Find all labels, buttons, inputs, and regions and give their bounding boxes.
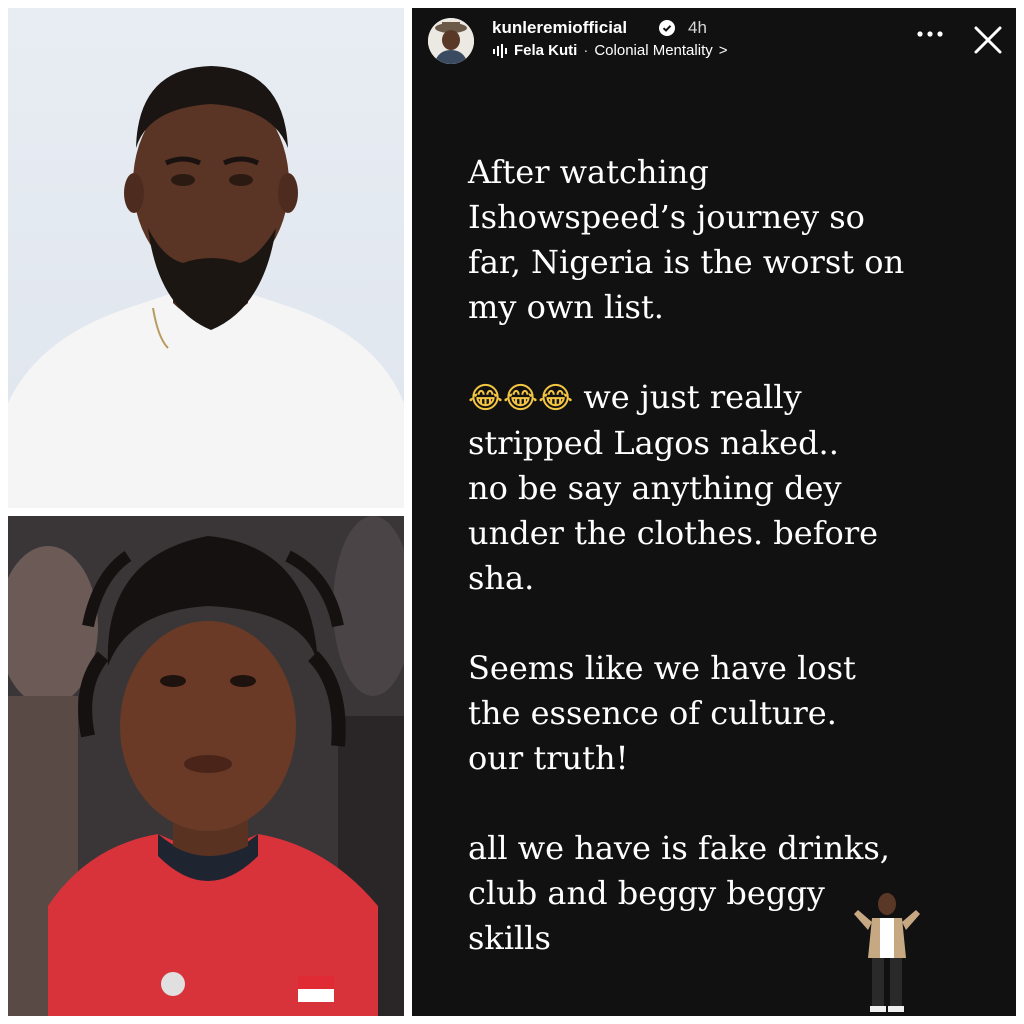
young-man-portrait-image <box>8 516 404 1016</box>
story-username[interactable]: kunleremiofficial <box>492 18 627 38</box>
story-paragraph-2: 😂😂😂 we just really stripped Lagos naked.… <box>468 375 968 601</box>
music-chevron: > <box>718 42 728 59</box>
portrait-photo-bottom <box>8 516 404 1016</box>
music-song-title: Colonial Mentality <box>594 42 713 59</box>
music-attribution[interactable]: Fela Kuti · Colonial Mentality > <box>492 42 728 59</box>
instagram-story: kunleremiofficial 4h Fela Kuti · Colonia… <box>412 8 1016 1016</box>
dancing-man-sticker[interactable] <box>852 888 922 1014</box>
avatar-image <box>428 18 474 64</box>
story-timestamp: 4h <box>688 18 707 37</box>
music-artist: Fela Kuti <box>514 42 578 59</box>
laughing-emoji: 😂😂😂 <box>468 381 574 416</box>
portrait-photo-top <box>8 8 404 508</box>
more-icon[interactable] <box>912 24 948 44</box>
story-paragraph-3: Seems like we have lost the essence of c… <box>468 649 856 777</box>
music-separator: · <box>583 42 589 59</box>
story-caption: After watching Ishowspeed’s journey so f… <box>468 150 968 1006</box>
music-bars-icon <box>493 43 507 58</box>
profile-avatar[interactable] <box>428 18 474 64</box>
close-icon[interactable] <box>970 22 1006 58</box>
man-portrait-image <box>8 66 404 508</box>
verified-badge-icon <box>659 20 675 36</box>
story-paragraph-1: After watching Ishowspeed’s journey so f… <box>468 153 905 326</box>
